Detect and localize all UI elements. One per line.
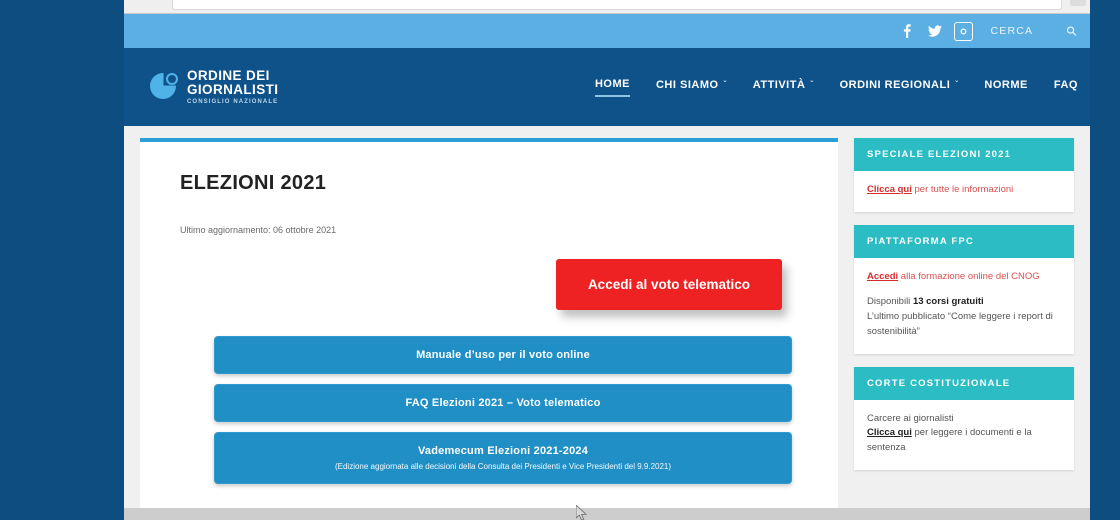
primary-navigation: HOME CHI SIAMO ˇ ATTIVITÀ ˇ ORDINI REGIO…: [594, 77, 1078, 97]
main-header: ORDINE DEI GIORNALISTI CONSIGLIO NAZIONA…: [124, 48, 1090, 126]
logo-mark-icon: [150, 72, 178, 101]
last-updated-text: Ultimo aggiornamento: 06 ottobre 2021: [180, 225, 337, 235]
primary-cta-container: Accedi al voto telematico: [180, 259, 798, 310]
vademecum-button[interactable]: Vademecum Elezioni 2021-2024 (Edizione a…: [214, 432, 792, 484]
widget-body: Carcere ai giornalisti Clicca qui per leg…: [854, 400, 1074, 470]
logo-line-3: CONSIGLIO NAZIONALE: [187, 98, 279, 105]
nav-item-faq[interactable]: FAQ: [1054, 79, 1078, 96]
widget-heading: CORTE COSTITUZIONALE: [854, 366, 1074, 400]
nav-label: ATTIVITÀ: [752, 78, 806, 91]
page-body: ELEZIONI 2021 Ultimo aggiornamento: 06 o…: [124, 126, 1090, 520]
search-label: CERCA: [990, 25, 1034, 37]
corsi-count: 13 corsi gratuiti: [912, 296, 984, 308]
nav-item-norme[interactable]: NORME: [984, 79, 1027, 96]
accedi-voto-telematico-button[interactable]: Accedi al voto telematico: [555, 259, 782, 310]
search-icon[interactable]: ⚲: [1063, 22, 1082, 41]
nav-item-chi-siamo[interactable]: CHI SIAMO ˇ: [656, 79, 727, 96]
top-utility-bar: CERCA ⚲: [124, 14, 1090, 48]
button-subtitle: (Edizione aggiornata alle decisioni dell…: [334, 462, 672, 471]
website-viewport: CERCA ⚲ ORDINE DEI GIORNALISTI CONSIGLIO…: [124, 14, 1090, 520]
widget-note: L’ultimo pubblicato “Come leggere i repo…: [867, 311, 1053, 337]
chevron-down-icon: ˇ: [723, 80, 727, 89]
widget-corte-costituzionale: CORTE COSTITUZIONALE Carcere ai giornali…: [854, 366, 1074, 470]
bottom-strip: [124, 508, 1090, 520]
nav-item-home[interactable]: HOME: [594, 77, 630, 97]
page-title: ELEZIONI 2021: [180, 172, 327, 194]
widget-text: per tutte le informazioni: [911, 184, 1014, 195]
url-bar[interactable]: [172, 0, 1062, 10]
faq-elezioni-button[interactable]: FAQ Elezioni 2021 – Voto telematico: [214, 384, 792, 422]
article-card: ELEZIONI 2021 Ultimo aggiornamento: 06 o…: [140, 138, 838, 520]
sidebar: SPECIALE ELEZIONI 2021 Clicca qui per tu…: [854, 138, 1074, 520]
chevron-down-icon: ˇ: [955, 80, 959, 89]
search-box[interactable]: CERCA ⚲: [990, 22, 1082, 41]
document-links-list: Manuale d’uso per il voto online FAQ Ele…: [180, 336, 798, 484]
clicca-qui-link[interactable]: Clicca qui: [867, 184, 912, 195]
accedi-link[interactable]: Accedi: [867, 271, 898, 282]
nav-item-ordini-regionali[interactable]: ORDINI REGIONALI ˇ: [840, 79, 959, 96]
manuale-uso-button[interactable]: Manuale d’uso per il voto online: [214, 336, 792, 374]
nav-label: HOME: [594, 77, 630, 90]
widget-paragraph: Accedi alla formazione online del CNOG: [867, 270, 1061, 285]
button-title: FAQ Elezioni 2021 – Voto telematico: [405, 397, 601, 409]
browser-menu-button[interactable]: [1070, 0, 1086, 6]
site-logo[interactable]: ORDINE DEI GIORNALISTI CONSIGLIO NAZIONA…: [150, 69, 278, 105]
widget-intro: Carcere ai giornalisti: [867, 412, 954, 424]
stat-prefix: Disponibili: [867, 296, 913, 308]
twitter-icon[interactable]: [926, 22, 945, 41]
nav-label: ORDINI REGIONALI: [839, 78, 951, 91]
logo-line-1: ORDINE DEI: [187, 68, 270, 84]
widget-stat-paragraph: Disponibili 13 corsi gratuiti L’ultimo pu…: [867, 295, 1061, 339]
widget-paragraph: Clicca qui per tutte le informazioni: [867, 183, 1061, 198]
nav-item-attivita[interactable]: ATTIVITÀ ˇ: [753, 79, 814, 96]
instagram-icon[interactable]: [953, 21, 973, 41]
facebook-icon[interactable]: [898, 22, 917, 41]
button-title: Manuale d’uso per il voto online: [416, 349, 590, 361]
widget-body: Accedi alla formazione online del CNOG D…: [854, 258, 1074, 354]
widget-piattaforma-fpc: PIATTAFORMA FPC Accedi alla formazione o…: [854, 224, 1074, 354]
logo-line-2: GIORNALISTI: [187, 81, 279, 97]
nav-label: NORME: [984, 78, 1028, 91]
button-title: Vademecum Elezioni 2021-2024: [417, 445, 589, 457]
widget-text: alla formazione online del CNOG: [898, 270, 1040, 282]
chevron-down-icon: ˇ: [810, 80, 814, 89]
widget-paragraph: Carcere ai giornalisti Clicca qui per leg…: [867, 412, 1061, 456]
browser-chrome: [124, 0, 1090, 14]
widget-body: Clicca qui per tutte le informazioni: [854, 171, 1074, 212]
widget-heading: PIATTAFORMA FPC: [854, 224, 1074, 258]
nav-label: FAQ: [1053, 78, 1078, 91]
clicca-qui-link[interactable]: Clicca qui: [867, 427, 912, 438]
widget-speciale-elezioni: SPECIALE ELEZIONI 2021 Clicca qui per tu…: [854, 138, 1074, 212]
nav-label: CHI SIAMO: [655, 78, 719, 91]
widget-heading: SPECIALE ELEZIONI 2021: [854, 138, 1074, 171]
